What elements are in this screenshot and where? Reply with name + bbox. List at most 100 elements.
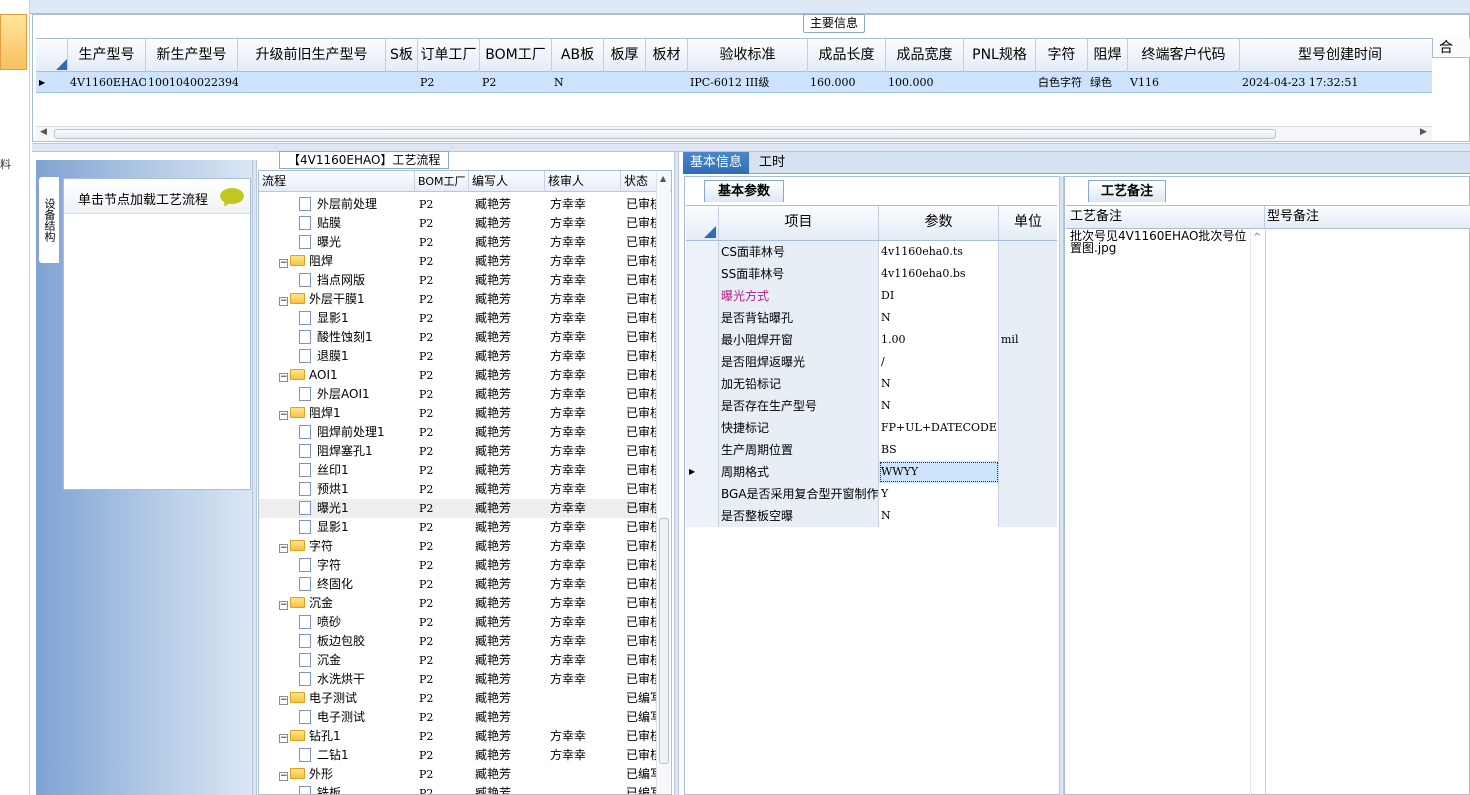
process-note-text[interactable]: 批次号见4V1160EHAO批次号位置图.jpg bbox=[1068, 230, 1252, 795]
row-cell[interactable]: 160.000 bbox=[810, 72, 886, 93]
flow-tree-row[interactable]: 外层前处理 P2 臧艳芳 方幸幸 已审核 bbox=[259, 195, 657, 214]
flow-node[interactable]: 外层前处理 bbox=[299, 195, 377, 214]
column-header[interactable]: 成品长度 bbox=[808, 39, 886, 73]
hint-header[interactable]: 单击节点加载工艺流程 bbox=[64, 179, 250, 214]
flow-tree-row[interactable]: 电子测试 P2 臧艳芳 已编写 bbox=[259, 708, 657, 727]
process-note-scrollbar[interactable]: ^ bbox=[1250, 230, 1264, 795]
flow-tree-row[interactable]: 铣板 P2 臧艳芳 已编写 bbox=[259, 784, 657, 794]
column-header[interactable]: S板 bbox=[386, 39, 418, 73]
flow-node[interactable]: 贴膜 bbox=[299, 214, 341, 233]
flow-tree-row[interactable]: 二钻1 P2 臧艳芳 方幸幸 已审核 bbox=[259, 746, 657, 765]
flow-node[interactable]: 挡点网版 bbox=[299, 271, 365, 290]
flow-tree-row[interactable]: 丝印1 P2 臧艳芳 方幸幸 已审核 bbox=[259, 461, 657, 480]
flow-tree-row[interactable]: 外层AOI1 P2 臧艳芳 方幸幸 已审核 bbox=[259, 385, 657, 404]
flow-node[interactable]: − 钻孔1 bbox=[279, 727, 341, 746]
column-header[interactable]: 型号创建时间 bbox=[1240, 39, 1386, 73]
flow-tree-row[interactable]: 沉金 P2 臧艳芳 方幸幸 已审核 bbox=[259, 651, 657, 670]
flow-node[interactable]: 外层AOI1 bbox=[299, 385, 370, 404]
memo-header-process[interactable]: 工艺备注 bbox=[1066, 206, 1265, 228]
flow-node[interactable]: − 外层干膜1 bbox=[279, 290, 365, 309]
collapse-icon[interactable]: − bbox=[279, 411, 288, 420]
flow-tree-row[interactable]: − 钻孔1 P2 臧艳芳 方幸幸 已审核 bbox=[259, 727, 657, 746]
flow-node[interactable]: − AOI1 bbox=[279, 366, 338, 385]
flow-node[interactable]: 酸性蚀刻1 bbox=[299, 328, 373, 347]
flow-node[interactable]: 终固化 bbox=[299, 575, 353, 594]
param-row[interactable]: 生产周期位置 BS bbox=[686, 439, 1057, 461]
flow-node[interactable]: − 电子测试 bbox=[279, 689, 357, 708]
param-row[interactable]: ▶ 周期格式 WWYY bbox=[686, 461, 1057, 483]
flow-tree-row[interactable]: 显影1 P2 臧艳芳 方幸幸 已审核 bbox=[259, 518, 657, 537]
collapse-icon[interactable]: − bbox=[279, 696, 288, 705]
flow-tree-row[interactable]: 酸性蚀刻1 P2 臧艳芳 方幸幸 已审核 bbox=[259, 328, 657, 347]
chevron-up-icon[interactable]: ^ bbox=[1253, 232, 1261, 243]
tab-basic-info[interactable]: 基本信息 bbox=[683, 152, 749, 174]
column-header[interactable]: 成品宽度 bbox=[886, 39, 964, 73]
flow-tree-row[interactable]: − 外形 P2 臧艳芳 已编写 bbox=[259, 765, 657, 784]
flow-node[interactable]: 沉金 bbox=[299, 651, 341, 670]
row-cell[interactable]: P2 bbox=[482, 72, 552, 93]
flow-node[interactable]: 曝光1 bbox=[299, 499, 349, 518]
flow-node[interactable]: 电子测试 bbox=[299, 708, 365, 727]
row-cell[interactable]: 10010400223947 bbox=[148, 72, 238, 93]
flow-tree-row[interactable]: 喷砂 P2 臧艳芳 方幸幸 已审核 bbox=[259, 613, 657, 632]
flow-tree-row[interactable]: 阻焊塞孔1 P2 臧艳芳 方幸幸 已审核 bbox=[259, 442, 657, 461]
main-grid-row[interactable]: ▶ 4V1160EHAO 10010400223947 P2 P2 N IPC-6012 I… bbox=[36, 72, 1432, 93]
flow-node[interactable]: − 沉金 bbox=[279, 594, 333, 613]
row-cell[interactable]: V116 bbox=[1130, 72, 1240, 93]
row-cell[interactable] bbox=[966, 72, 1036, 93]
param-row[interactable]: 快捷标记 FP+UL+DATECODE bbox=[686, 417, 1057, 439]
column-header[interactable]: 字符 bbox=[1036, 39, 1088, 73]
scroll-left-icon[interactable]: ◀ bbox=[40, 127, 47, 137]
flow-node[interactable]: 退膜1 bbox=[299, 347, 349, 366]
param-value[interactable]: 1.00 bbox=[879, 329, 999, 351]
flow-tree-row[interactable]: 板边包胶 P2 臧艳芳 方幸幸 已审核 bbox=[259, 632, 657, 651]
column-header[interactable]: PNL规格 bbox=[964, 39, 1036, 73]
flow-node[interactable]: 水洗烘干 bbox=[299, 670, 365, 689]
flow-tree-row[interactable]: 预烘1 P2 臧艳芳 方幸幸 已审核 bbox=[259, 480, 657, 499]
flow-node[interactable]: 喷砂 bbox=[299, 613, 341, 632]
flow-node[interactable]: 阻焊塞孔1 bbox=[299, 442, 373, 461]
param-row[interactable]: SS面菲林号 4v1160eha0.bs bbox=[686, 263, 1057, 285]
column-header[interactable]: AB板 bbox=[552, 39, 604, 73]
flow-header-col[interactable]: 核审人 bbox=[545, 171, 621, 192]
flow-node[interactable]: 二钻1 bbox=[299, 746, 349, 765]
collapse-icon[interactable]: − bbox=[279, 544, 288, 553]
flow-tree-row[interactable]: 终固化 P2 臧艳芳 方幸幸 已审核 bbox=[259, 575, 657, 594]
flow-node[interactable]: 铣板 bbox=[299, 784, 341, 794]
flow-tree-row[interactable]: 曝光1 P2 臧艳芳 方幸幸 已审核 bbox=[259, 499, 657, 518]
collapse-icon[interactable]: − bbox=[279, 373, 288, 382]
column-header[interactable]: 阻焊 bbox=[1088, 39, 1128, 73]
flow-header-col[interactable]: BOM工厂 bbox=[415, 171, 469, 192]
column-header[interactable]: BOM工厂 bbox=[480, 39, 552, 73]
collapse-icon[interactable]: − bbox=[279, 601, 288, 610]
horizontal-splitter[interactable] bbox=[32, 143, 1470, 152]
param-row[interactable]: 是否阻焊返曝光 / bbox=[686, 351, 1057, 373]
row-cell[interactable]: 4V1160EHAO bbox=[70, 72, 146, 93]
flow-tree-row[interactable]: 曝光 P2 臧艳芳 方幸幸 已审核 bbox=[259, 233, 657, 252]
row-cell[interactable]: N bbox=[554, 72, 604, 93]
equipment-structure-tab[interactable]: 设备结构 bbox=[38, 176, 60, 264]
flow-tree-row[interactable]: 水洗烘干 P2 臧艳芳 方幸幸 已审核 bbox=[259, 670, 657, 689]
scroll-up-icon[interactable]: ▲ bbox=[660, 174, 666, 183]
row-cell[interactable]: P2 bbox=[420, 72, 480, 93]
collapse-icon[interactable]: − bbox=[279, 772, 288, 781]
row-cell[interactable] bbox=[606, 72, 646, 93]
param-value[interactable]: 4v1160eha0.ts bbox=[879, 241, 999, 263]
params-header-item[interactable]: 项目 bbox=[719, 206, 879, 240]
flow-tree-row[interactable]: 挡点网版 P2 臧艳芳 方幸幸 已审核 bbox=[259, 271, 657, 290]
param-row[interactable]: 是否存在生产型号 N bbox=[686, 395, 1057, 417]
flow-node[interactable]: 字符 bbox=[299, 556, 341, 575]
flow-tree-row[interactable]: − 阻焊1 P2 臧艳芳 方幸幸 已审核 bbox=[259, 404, 657, 423]
row-cell[interactable]: 2024-04-23 17:32:51 bbox=[1242, 72, 1386, 93]
flow-node[interactable]: 曝光 bbox=[299, 233, 341, 252]
collapse-icon[interactable]: − bbox=[279, 734, 288, 743]
flow-node[interactable]: − 阻焊 bbox=[279, 252, 333, 271]
collapse-icon[interactable]: − bbox=[279, 259, 288, 268]
row-cell[interactable] bbox=[388, 72, 418, 93]
column-header[interactable]: 新生产型号 bbox=[146, 39, 238, 73]
flow-node[interactable]: − 阻焊1 bbox=[279, 404, 341, 423]
flow-tree-row[interactable]: − 沉金 P2 臧艳芳 方幸幸 已审核 bbox=[259, 594, 657, 613]
flow-node[interactable]: 板边包胶 bbox=[299, 632, 365, 651]
column-header[interactable]: 验收标准 bbox=[688, 39, 808, 73]
param-value[interactable]: N bbox=[879, 505, 999, 527]
